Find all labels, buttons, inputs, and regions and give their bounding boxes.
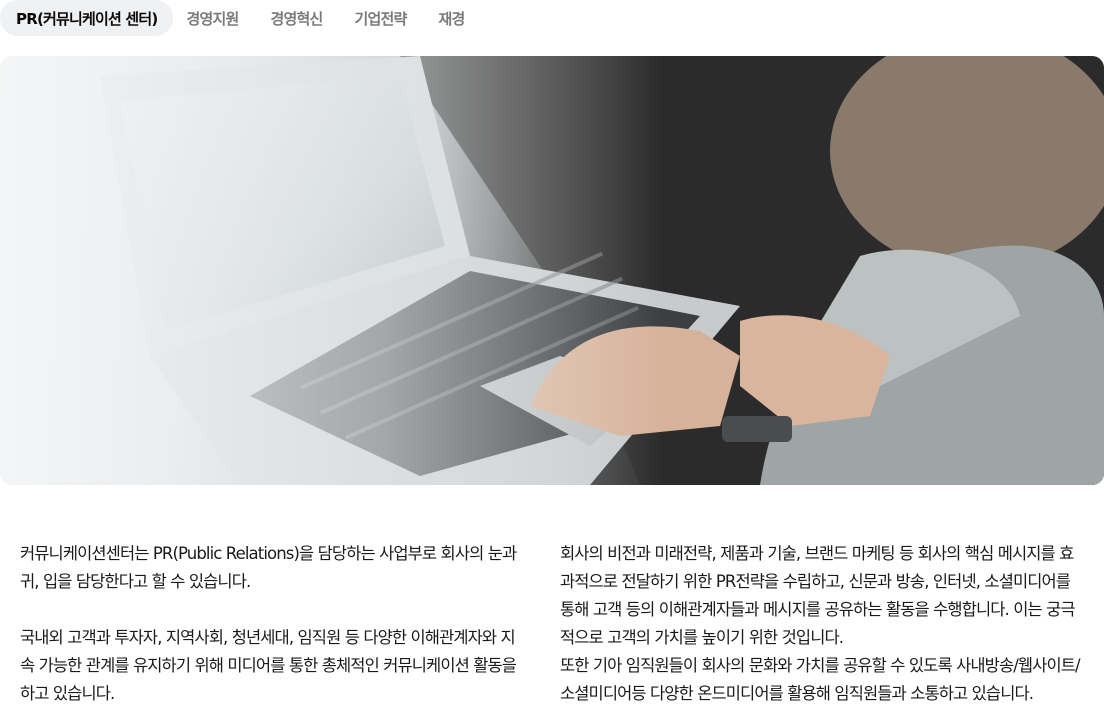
tab-finance[interactable]: 재경 bbox=[423, 0, 481, 36]
strategy-paragraph-1: 회사의 비전과 미래전략, 제품과 기술, 브랜드 마케팅 등 회사의 핵심 메… bbox=[560, 544, 1076, 647]
intro-paragraph-2: 국내외 고객과 투자자, 지역사회, 청년세대, 임직원 등 다양한 이해관계자… bbox=[20, 628, 517, 703]
intro-column-left: 커뮤니케이션센터는 PR(Public Relations)을 담당하는 사업부… bbox=[20, 540, 524, 708]
tab-corporate-strategy[interactable]: 기업전략 bbox=[339, 0, 423, 36]
hero-image bbox=[0, 56, 1104, 485]
category-tabs: PR(커뮤니케이션 센터) 경영지원 경영혁신 기업전략 재경 bbox=[0, 0, 481, 36]
tab-management-innovation[interactable]: 경영혁신 bbox=[255, 0, 339, 36]
tab-pr-communication-center[interactable]: PR(커뮤니케이션 센터) bbox=[0, 0, 174, 36]
intro-column-right: 회사의 비전과 미래전략, 제품과 기술, 브랜드 마케팅 등 회사의 핵심 메… bbox=[560, 540, 1084, 708]
strategy-paragraph-2: 또한 기아 임직원들이 회사의 문화와 가치를 공유할 수 있도록 사내방송/웹… bbox=[560, 656, 1081, 703]
tab-management-support[interactable]: 경영지원 bbox=[173, 0, 254, 36]
intro-paragraph-1: 커뮤니케이션센터는 PR(Public Relations)을 담당하는 사업부… bbox=[20, 544, 517, 591]
laptop-photo-illustration bbox=[0, 56, 1104, 485]
